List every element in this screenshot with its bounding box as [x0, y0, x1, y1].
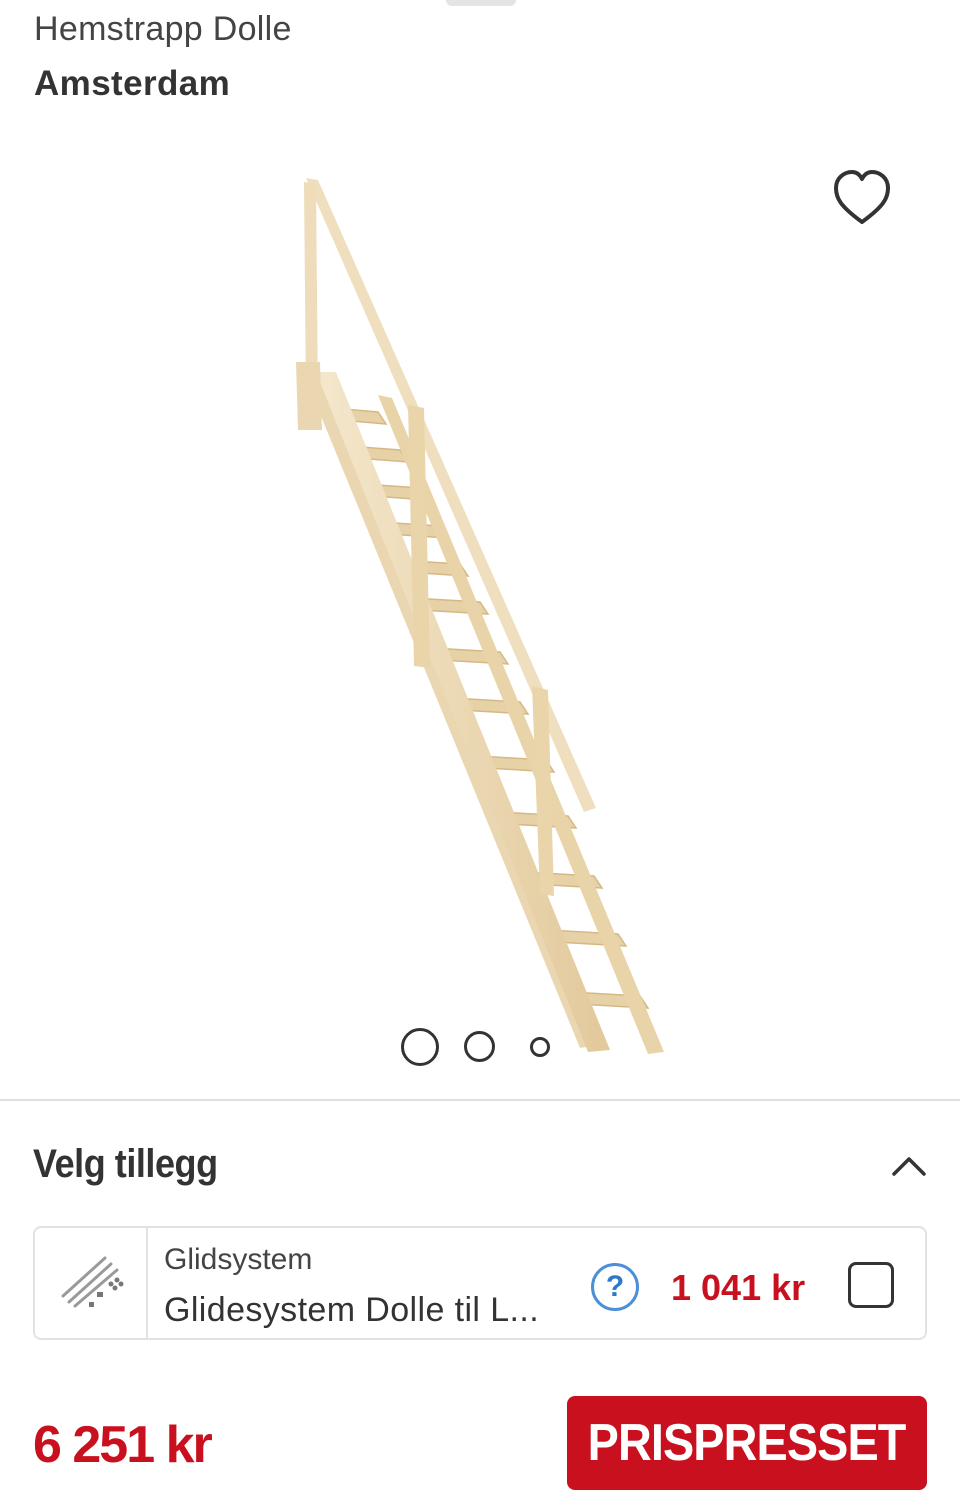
gallery-pagination	[0, 1026, 960, 1066]
help-icon[interactable]: ?	[591, 1263, 639, 1311]
gallery-dot-3[interactable]	[530, 1037, 550, 1057]
addon-item[interactable]: Glidsystem Glidesystem Dolle til L... ? …	[33, 1226, 927, 1340]
addon-category: Glidsystem	[164, 1243, 313, 1276]
product-image-staircase[interactable]	[0, 0, 960, 1090]
rail-kit-icon	[61, 1256, 124, 1308]
addon-name[interactable]: Glidesystem Dolle til L...	[164, 1290, 569, 1330]
addons-section-title: Velg tillegg	[33, 1142, 218, 1186]
addon-checkbox[interactable]	[848, 1262, 894, 1308]
addon-price: 1 041 kr	[671, 1267, 806, 1308]
product-price: 6 251 kr	[33, 1416, 213, 1474]
gallery-dot-1[interactable]	[401, 1028, 439, 1066]
chevron-up-icon[interactable]	[884, 1144, 934, 1188]
gallery-dot-2[interactable]	[464, 1031, 495, 1062]
section-divider	[0, 1099, 960, 1101]
prispresset-label: PRISPRESSET	[588, 1414, 907, 1472]
prispresset-badge[interactable]: PRISPRESSET	[567, 1396, 927, 1490]
addon-thumbnail	[35, 1228, 148, 1338]
heart-outline-icon[interactable]	[826, 166, 898, 230]
